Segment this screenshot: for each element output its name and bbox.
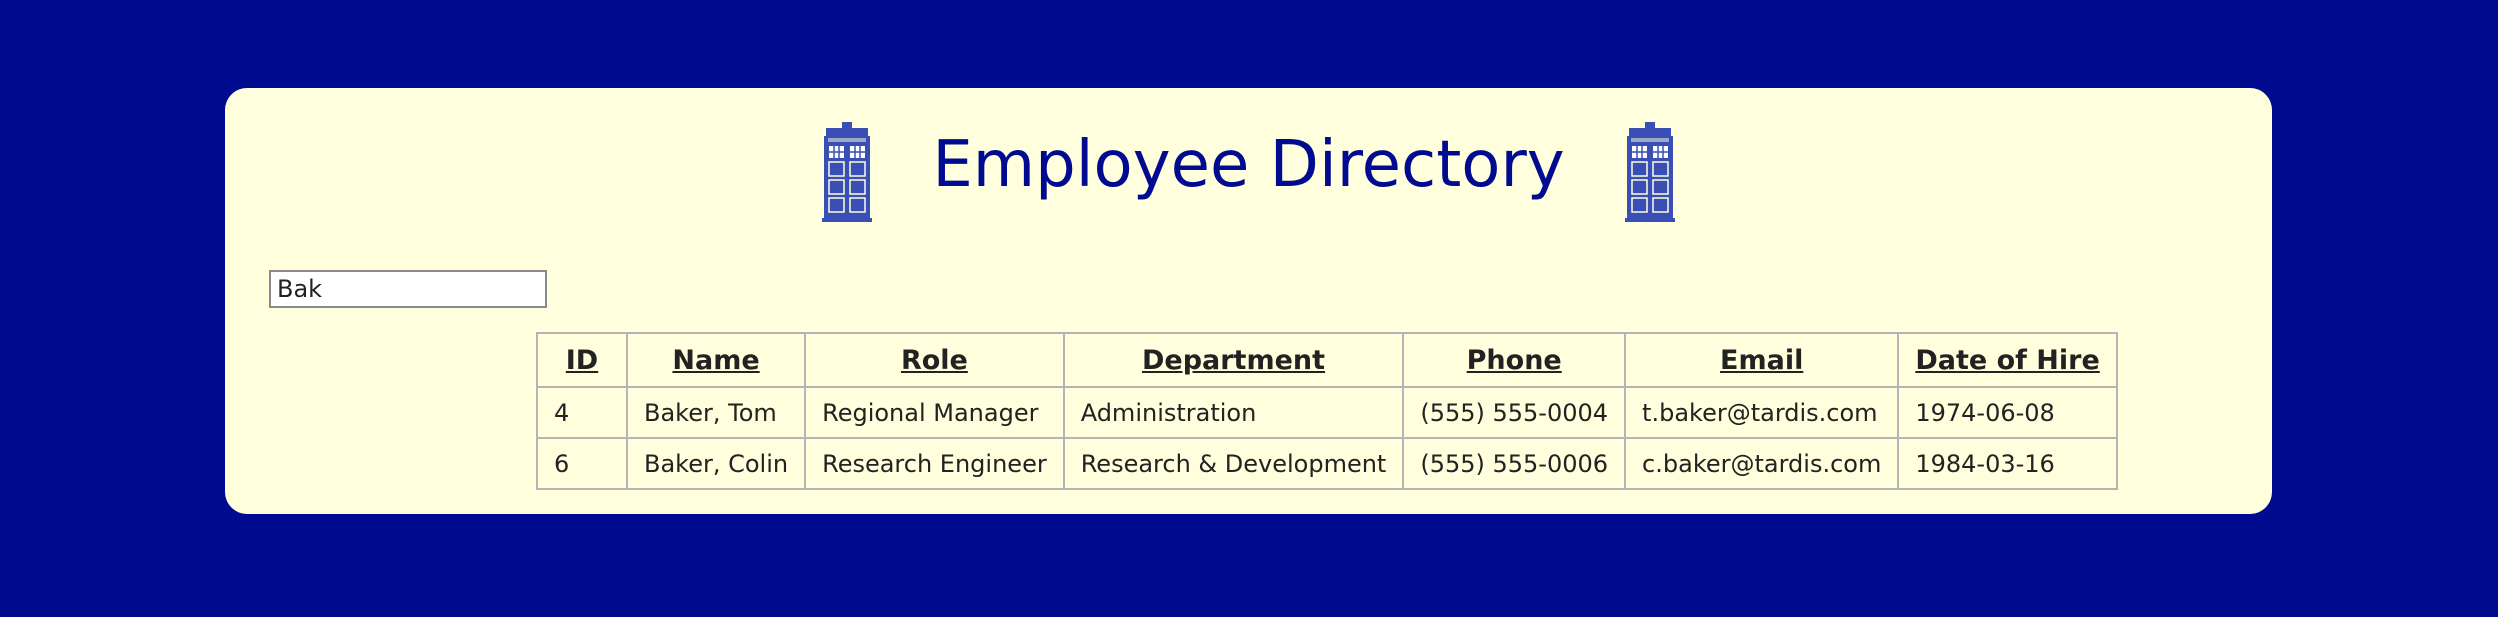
- cell-date-of-hire: 1984-03-16: [1897, 437, 2118, 490]
- cell-email: c.baker@tardis.com: [1624, 437, 1900, 490]
- employee-table: ID Name Role Department Phone Email Date…: [536, 332, 2118, 490]
- cell-id: 4: [536, 386, 628, 439]
- cell-role: Research Engineer: [804, 437, 1065, 490]
- cell-name: Baker, Colin: [625, 437, 807, 490]
- column-header-id[interactable]: ID: [536, 332, 628, 388]
- column-header-phone[interactable]: Phone: [1402, 332, 1627, 388]
- column-header-email[interactable]: Email: [1624, 332, 1900, 388]
- cell-role: Regional Manager: [804, 386, 1065, 439]
- column-header-department[interactable]: Department: [1062, 332, 1405, 388]
- cell-date-of-hire: 1974-06-08: [1897, 386, 2118, 439]
- table-header-row: ID Name Role Department Phone Email Date…: [536, 332, 2118, 388]
- column-header-role[interactable]: Role: [804, 332, 1065, 388]
- cell-phone: (555) 555-0006: [1402, 437, 1627, 490]
- table-row: 4 Baker, Tom Regional Manager Administra…: [536, 386, 2118, 439]
- cell-phone: (555) 555-0004: [1402, 386, 1627, 439]
- cell-department: Research & Development: [1062, 437, 1405, 490]
- table-row: 6 Baker, Colin Research Engineer Researc…: [536, 437, 2118, 490]
- tardis-icon: [1625, 122, 1675, 222]
- page-title: Employee Directory: [932, 128, 1565, 202]
- cell-email: t.baker@tardis.com: [1624, 386, 1900, 439]
- cell-name: Baker, Tom: [625, 386, 807, 439]
- header: Employee Directory: [225, 122, 2272, 232]
- column-header-name[interactable]: Name: [625, 332, 807, 388]
- column-header-date-of-hire[interactable]: Date of Hire: [1897, 332, 2118, 388]
- cell-department: Administration: [1062, 386, 1405, 439]
- cell-id: 6: [536, 437, 628, 490]
- directory-card: Employee Directory ID: [225, 88, 2272, 514]
- search-input[interactable]: [269, 270, 547, 308]
